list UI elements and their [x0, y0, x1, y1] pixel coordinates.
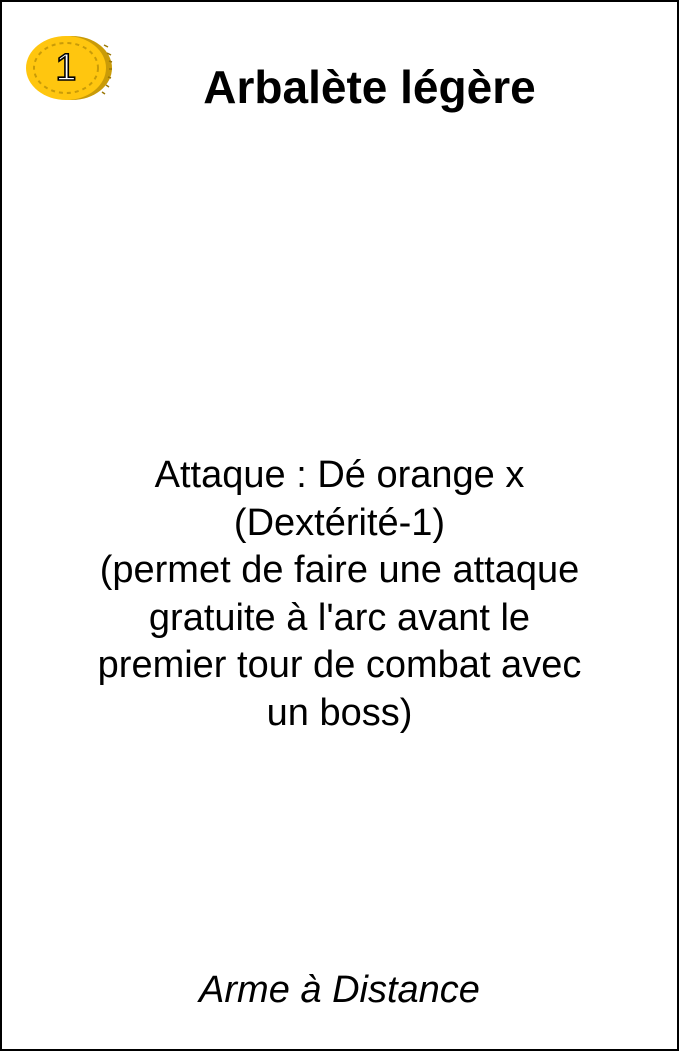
card-title: Arbalète légère [203, 61, 536, 113]
card-type: Arme à Distance [199, 969, 480, 1011]
effect-line: gratuite à l'arc avant le [148, 596, 531, 639]
effect-line: Attaque : Dé orange x [154, 454, 525, 496]
card-effect: Attaque : Dé orange x (Dextérité-1) (per… [42, 452, 637, 737]
effect-line: premier tour de combat avec [97, 644, 582, 686]
item-card: 1 Arbalète légère Attaque : Dé orange x … [0, 0, 679, 1051]
gold-coin-icon: 1 [24, 35, 116, 101]
effect-line: un boss) [266, 691, 413, 734]
effect-line: (Dextérité-1) [233, 501, 446, 544]
effect-line: (permet de faire une attaque [99, 549, 580, 591]
cost-value: 1 [55, 46, 78, 90]
